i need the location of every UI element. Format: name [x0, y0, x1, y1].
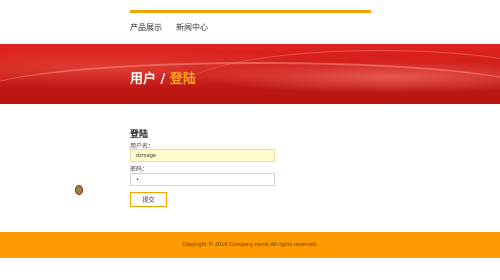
username-input[interactable]	[130, 149, 275, 162]
login-heading: 登陆	[130, 130, 149, 140]
page-title-accent: 登陆	[169, 72, 196, 87]
floating-widget-icon[interactable]	[75, 185, 83, 195]
nav-item-products[interactable]: 产品展示	[130, 22, 162, 33]
page-title-main: 用户	[130, 72, 157, 87]
page-title-separator: /	[156, 72, 170, 87]
top-accent-bar	[130, 10, 371, 13]
password-label: 密码：	[130, 166, 149, 173]
nav-item-news[interactable]: 新闻中心	[176, 22, 208, 33]
page-title: 用户 / 登陆	[130, 68, 196, 87]
main-nav: 产品展示 新闻中心	[130, 22, 208, 33]
page-root: 产品展示 新闻中心 用户 / 登陆 登陆 用户名： 密码： 提交 Copyrig…	[0, 0, 500, 280]
password-input[interactable]	[130, 173, 275, 186]
footer: Copyright © 2016 Company name All rights…	[0, 232, 500, 258]
footer-copyright: Copyright © 2016 Company name All rights…	[182, 242, 318, 248]
hero-banner: 用户 / 登陆	[0, 44, 500, 104]
hero-decoration-wave	[180, 50, 500, 104]
submit-button[interactable]: 提交	[130, 192, 167, 207]
